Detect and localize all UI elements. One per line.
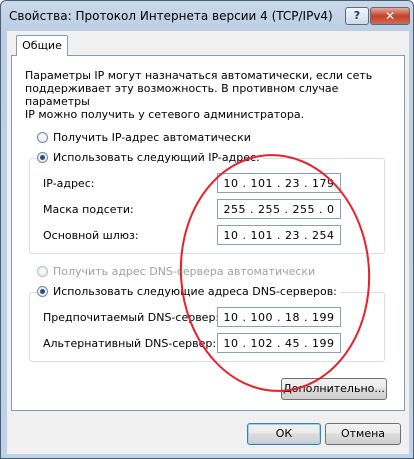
- default-gateway-field[interactable]: 10 . 101 . 23 . 254: [217, 225, 341, 245]
- preferred-dns-label: Предпочитаемый DNS-сервер:: [43, 311, 220, 324]
- dialog-client-area: Общие Параметры IP могут назначаться авт…: [7, 31, 409, 454]
- advanced-button[interactable]: Дополнительно...: [281, 378, 387, 400]
- help-button[interactable]: ?: [345, 7, 369, 25]
- ip-manual-label: Использовать следующий IP-адрес:: [53, 151, 260, 164]
- default-gateway-label: Основной шлюз:: [43, 229, 139, 242]
- dns-manual-option[interactable]: Использовать следующие адреса DNS-сервер…: [37, 285, 340, 298]
- ip-address-label: IP-адрес:: [43, 177, 95, 190]
- ok-button[interactable]: ОК: [247, 423, 321, 445]
- ip-manual-option[interactable]: Использовать следующий IP-адрес:: [37, 151, 263, 164]
- dialog-window: Свойства: Протокол Интернета версии 4 (T…: [0, 0, 414, 459]
- preferred-dns-field[interactable]: 10 . 100 . 18 . 199: [217, 307, 341, 327]
- title-bar[interactable]: Свойства: Протокол Интернета версии 4 (T…: [1, 1, 413, 31]
- subnet-mask-field[interactable]: 255 . 255 . 255 . 0: [217, 199, 341, 219]
- ip-auto-radio[interactable]: [37, 132, 48, 143]
- ip-auto-option[interactable]: Получить IP-адрес автоматически: [37, 131, 254, 144]
- cancel-button[interactable]: Отмена: [325, 423, 401, 445]
- dns-manual-radio[interactable]: [37, 286, 48, 297]
- ip-auto-label: Получить IP-адрес автоматически: [53, 131, 251, 144]
- subnet-mask-label: Маска подсети:: [43, 203, 134, 216]
- dns-manual-label: Использовать следующие адреса DNS-сервер…: [53, 285, 337, 298]
- ip-address-field[interactable]: 10 . 101 . 23 . 179: [217, 173, 341, 193]
- dns-auto-option[interactable]: Получить адрес DNS-сервера автоматически: [37, 265, 319, 278]
- alternate-dns-field[interactable]: 10 . 102 . 45 . 199: [217, 333, 341, 353]
- dns-auto-label: Получить адрес DNS-сервера автоматически: [53, 265, 316, 278]
- close-button[interactable]: ✕: [370, 7, 410, 25]
- window-title: Свойства: Протокол Интернета версии 4 (T…: [9, 9, 333, 23]
- tab-general[interactable]: Общие: [16, 35, 68, 56]
- description-text: Параметры IP могут назначаться автоматич…: [25, 69, 373, 121]
- alternate-dns-label: Альтернативный DNS-сервер:: [43, 337, 217, 350]
- dns-auto-radio[interactable]: [37, 266, 48, 277]
- ip-manual-radio[interactable]: [37, 152, 48, 163]
